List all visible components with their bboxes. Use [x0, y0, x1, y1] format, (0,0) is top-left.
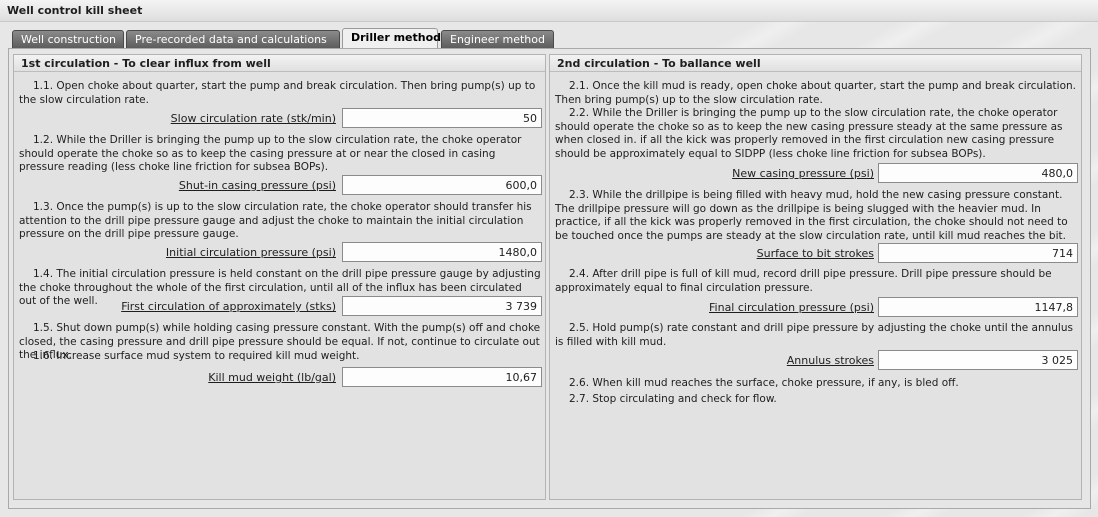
- tab-engineer-method[interactable]: Engineer method: [441, 30, 554, 48]
- annulus-strokes-field[interactable]: 3 025: [878, 350, 1078, 370]
- final-circulation-pressure-field[interactable]: 1147,8: [878, 297, 1078, 317]
- step-2-6: 2.6. When kill mud reaches the surface, …: [569, 377, 959, 389]
- initial-circulation-pressure-label: Initial circulation pressure (psi): [165, 246, 336, 259]
- annulus-strokes-label: Annulus strokes: [786, 354, 874, 367]
- kill-mud-weight-field[interactable]: 10,67: [342, 367, 542, 387]
- slow-circulation-rate-label: Slow circulation rate (stk/min): [170, 112, 336, 125]
- tab-pre-recorded-data[interactable]: Pre-recorded data and calculations: [126, 30, 340, 48]
- step-2-1: 2.1. Once the kill mud is ready, open ch…: [555, 80, 1076, 106]
- first-circulation-panel: 1st circulation - To clear influx from w…: [13, 54, 546, 500]
- tab-driller-method[interactable]: Driller method: [342, 28, 441, 49]
- panel-title: 1st circulation - To clear influx from w…: [14, 55, 545, 72]
- second-circulation-panel: 2nd circulation - To ballance well 2.1. …: [549, 54, 1082, 500]
- step-2-5: 2.5. Hold pump(s) rate constant and dril…: [555, 322, 1073, 348]
- tab-well-construction[interactable]: Well construction: [12, 30, 124, 48]
- panel-title: 2nd circulation - To ballance well: [550, 55, 1081, 72]
- surface-to-bit-strokes-field[interactable]: 714: [878, 243, 1078, 263]
- surface-to-bit-strokes-label: Surface to bit strokes: [756, 247, 874, 260]
- shut-in-casing-pressure-field[interactable]: 600,0: [342, 175, 542, 195]
- step-2-7: 2.7. Stop circulating and check for flow…: [569, 393, 777, 405]
- step-1-6: 1.6. Increase surface mud system to requ…: [33, 350, 360, 362]
- initial-circulation-pressure-field[interactable]: 1480,0: [342, 242, 542, 262]
- slow-circulation-rate-field[interactable]: 50: [342, 108, 542, 128]
- step-1-3: 1.3. Once the pump(s) is up to the slow …: [19, 201, 532, 240]
- new-casing-pressure-field[interactable]: 480,0: [878, 163, 1078, 183]
- step-2-3: 2.3. While the drillpipe is being filled…: [555, 189, 1068, 242]
- final-circulation-pressure-label: Final circulation pressure (psi): [709, 301, 874, 314]
- window-title: Well control kill sheet: [7, 4, 143, 17]
- shut-in-casing-pressure-label: Shut-in casing pressure (psi): [178, 179, 336, 192]
- new-casing-pressure-label: New casing pressure (psi): [732, 167, 874, 180]
- step-2-4: 2.4. After drill pipe is full of kill mu…: [555, 268, 1052, 294]
- first-circulation-strokes-label: First circulation of approximately (stks…: [121, 300, 336, 313]
- first-circulation-strokes-field[interactable]: 3 739: [342, 296, 542, 316]
- step-1-2: 1.2. While the Driller is bringing the p…: [19, 134, 522, 173]
- step-1-1: 1.1. Open choke about quarter, start the…: [19, 80, 536, 106]
- step-2-2: 2.2. While the Driller is bringing the p…: [555, 107, 1063, 160]
- title-bar: Well control kill sheet: [0, 0, 1098, 22]
- kill-mud-weight-label: Kill mud weight (lb/gal): [208, 371, 336, 384]
